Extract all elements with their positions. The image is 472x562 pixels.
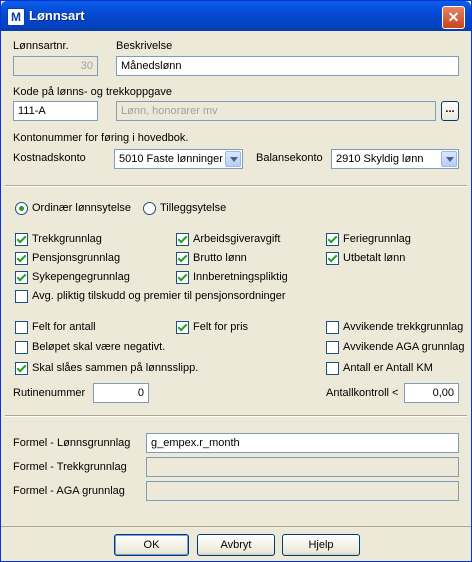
checkbox-felt-pris[interactable] xyxy=(176,321,189,334)
radio-ordinaer[interactable] xyxy=(15,202,28,215)
checkbox-felt-antall[interactable] xyxy=(15,321,28,334)
antallkontroll-label: Antallkontroll < xyxy=(326,387,399,399)
checkbox-skal-slaas[interactable] xyxy=(15,362,28,375)
checkbox-felt-pris-label[interactable]: Felt for pris xyxy=(193,321,248,333)
kode-browse-button[interactable]: ... xyxy=(441,101,459,121)
checkbox-feriegrunnlag-label[interactable]: Feriegrunnlag xyxy=(343,233,411,245)
app-icon: M xyxy=(7,8,25,26)
checkbox-avvikende-aga[interactable] xyxy=(326,341,339,354)
balansekonto-select[interactable]: 2910 Skyldig lønn xyxy=(331,149,459,169)
formel-trekk-field[interactable] xyxy=(146,457,459,477)
checkbox-antall-km[interactable] xyxy=(326,362,339,375)
lonnsart-dialog: M Lønnsart ✕ Lønnsartnr. 30 Beskrivelse … xyxy=(0,0,472,562)
radio-tillegg[interactable] xyxy=(143,202,156,215)
checkbox-trekkgrunnlag[interactable] xyxy=(15,233,28,246)
checkbox-avg-pliktig-label[interactable]: Avg. pliktig tilskudd og premier til pen… xyxy=(32,290,286,302)
radio-ordinaer-label[interactable]: Ordinær lønnsytelse xyxy=(32,202,131,214)
kostnadskonto-select[interactable]: 5010 Faste lønninger xyxy=(114,149,243,169)
window-title: Lønnsart xyxy=(29,8,85,23)
lonnsartnr-field: 30 xyxy=(13,56,98,76)
checkbox-belopet-negativt-label[interactable]: Beløpet skal være negativt. xyxy=(32,341,165,353)
radio-tillegg-label[interactable]: Tilleggsytelse xyxy=(160,202,226,214)
checkbox-sykepengegrunnlag[interactable] xyxy=(15,271,28,284)
lonnsartnr-label: Lønnsartnr. xyxy=(13,40,69,52)
balansekonto-value: 2910 Skyldig lønn xyxy=(336,153,424,165)
checkbox-arbeidsgiveravgift[interactable] xyxy=(176,233,189,246)
formel-trekk-label: Formel - Trekkgrunnlag xyxy=(13,461,127,473)
title-bar[interactable]: M Lønnsart ✕ xyxy=(1,1,471,31)
ok-button[interactable]: OK xyxy=(114,534,189,556)
antallkontroll-field[interactable]: 0,00 xyxy=(404,383,459,403)
kostnadskonto-value: 5010 Faste lønninger xyxy=(119,153,223,165)
checkbox-pensjonsgrunnlag-label[interactable]: Pensjonsgrunnlag xyxy=(32,252,120,264)
kode-field[interactable]: 111-A xyxy=(13,101,98,121)
checkbox-feriegrunnlag[interactable] xyxy=(326,233,339,246)
rutinenummer-field[interactable]: 0 xyxy=(93,383,149,403)
close-button[interactable]: ✕ xyxy=(442,6,465,29)
checkbox-innberetningspliktig-label[interactable]: Innberetningspliktig xyxy=(193,271,288,283)
chevron-down-icon[interactable] xyxy=(441,151,457,167)
separator xyxy=(5,185,467,187)
checkbox-sykepengegrunnlag-label[interactable]: Sykepengegrunnlag xyxy=(32,271,130,283)
formel-lonns-field[interactable]: g_empex.r_month xyxy=(146,433,459,453)
avbryt-button[interactable]: Avbryt xyxy=(197,534,275,556)
checkbox-felt-antall-label[interactable]: Felt for antall xyxy=(32,321,96,333)
checkbox-utbetalt-lonn-label[interactable]: Utbetalt lønn xyxy=(343,252,405,264)
formel-aga-field[interactable] xyxy=(146,481,459,501)
checkbox-pensjonsgrunnlag[interactable] xyxy=(15,252,28,265)
checkbox-avvikende-aga-label[interactable]: Avvikende AGA grunnlag xyxy=(343,341,465,353)
checkbox-brutto-lonn-label[interactable]: Brutto lønn xyxy=(193,252,247,264)
separator xyxy=(5,415,467,417)
beskrivelse-label: Beskrivelse xyxy=(116,40,173,52)
rutinenummer-label: Rutinenummer xyxy=(13,387,86,399)
checkbox-innberetningspliktig[interactable] xyxy=(176,271,189,284)
kode-label: Kode på lønns- og trekkoppgave xyxy=(13,86,172,98)
kostnadskonto-label: Kostnadskonto xyxy=(13,152,86,164)
checkbox-arbeidsgiveravgift-label[interactable]: Arbeidsgiveravgift xyxy=(193,233,280,245)
konto-heading: Kontonummer for føring i hovedbok. xyxy=(13,132,189,144)
formel-aga-label: Formel - AGA grunnlag xyxy=(13,485,125,497)
checkbox-avvikende-trekk-label[interactable]: Avvikende trekkgrunnlag xyxy=(343,321,463,333)
checkbox-belopet-negativt[interactable] xyxy=(15,341,28,354)
balansekonto-label: Balansekonto xyxy=(256,152,323,164)
kode-description-field: Lønn, honorarer mv xyxy=(116,101,436,121)
checkbox-skal-slaas-label[interactable]: Skal slåes sammen på lønnsslipp. xyxy=(32,362,198,374)
checkbox-utbetalt-lonn[interactable] xyxy=(326,252,339,265)
checkbox-avvikende-trekk[interactable] xyxy=(326,321,339,334)
checkbox-brutto-lonn[interactable] xyxy=(176,252,189,265)
chevron-down-icon[interactable] xyxy=(225,151,241,167)
checkbox-trekkgrunnlag-label[interactable]: Trekkgrunnlag xyxy=(32,233,102,245)
checkbox-antall-km-label[interactable]: Antall er Antall KM xyxy=(343,362,433,374)
formel-lonns-label: Formel - Lønnsgrunnlag xyxy=(13,437,131,449)
hjelp-button[interactable]: Hjelp xyxy=(282,534,360,556)
button-bar: OK Avbryt Hjelp xyxy=(1,526,471,562)
checkbox-avg-pliktig[interactable] xyxy=(15,290,28,303)
beskrivelse-field[interactable]: Månedslønn xyxy=(116,56,459,76)
